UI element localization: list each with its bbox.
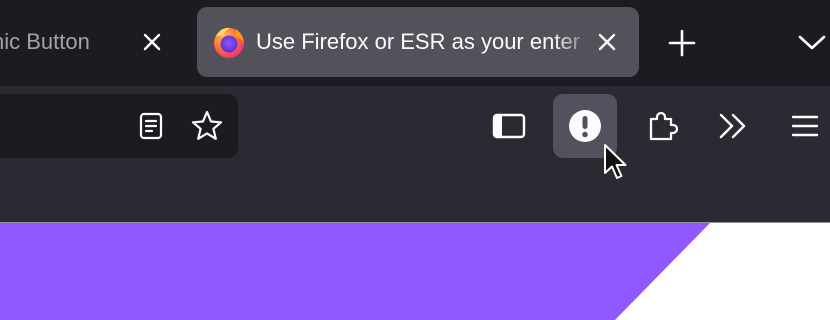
extensions-button[interactable]: [630, 94, 694, 158]
purple-banner: [0, 223, 710, 320]
tab-title: nic Button: [0, 29, 90, 54]
page-content: [0, 223, 830, 320]
tab-selected[interactable]: Use Firefox or ESR as your enter: [197, 7, 639, 77]
hamburger-menu-icon: [791, 115, 819, 137]
close-icon[interactable]: [595, 30, 619, 54]
tab-strip: nic Button Use Firefox or ESR as your en…: [0, 0, 830, 86]
close-icon[interactable]: [140, 30, 164, 54]
reader-view-button[interactable]: [119, 94, 183, 158]
sidebar-icon: [492, 113, 526, 139]
tab-inactive[interactable]: nic Button: [0, 7, 182, 77]
reader-view-icon: [139, 112, 163, 140]
navigation-toolbar: [0, 86, 830, 223]
alert-icon: [569, 110, 601, 142]
mouse-cursor-icon: [604, 144, 627, 179]
firefox-logo-icon: [214, 27, 244, 58]
sidebar-button[interactable]: [477, 94, 541, 158]
menu-button[interactable]: [773, 94, 830, 158]
chevron-down-icon[interactable]: [797, 31, 827, 53]
overflow-button[interactable]: [701, 94, 765, 158]
bookmark-button[interactable]: [175, 94, 239, 158]
extensions-icon: [649, 111, 678, 141]
overflow-icon: [719, 113, 746, 139]
tab-title: Use Firefox or ESR as your enter: [256, 29, 581, 54]
new-tab-icon[interactable]: [667, 28, 697, 58]
bookmark-star-icon: [191, 110, 223, 140]
